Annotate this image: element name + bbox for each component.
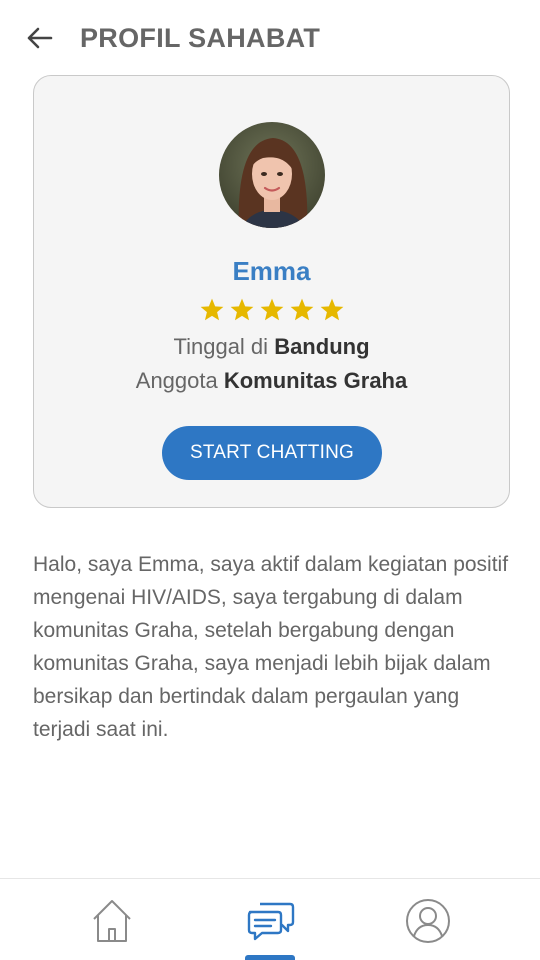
active-tab-indicator bbox=[245, 955, 295, 960]
arrow-left-icon bbox=[27, 27, 53, 49]
start-chatting-button[interactable]: START CHATTING bbox=[162, 426, 382, 480]
location-value: Bandung bbox=[274, 334, 370, 359]
community-prefix: Anggota bbox=[135, 368, 218, 393]
star-icon bbox=[290, 298, 313, 321]
star-icon bbox=[260, 298, 283, 321]
rating-stars bbox=[34, 297, 509, 323]
community-value: Komunitas Graha bbox=[223, 368, 408, 393]
nav-profile-button[interactable] bbox=[402, 895, 454, 947]
nav-home-button[interactable] bbox=[86, 895, 138, 947]
nav-chat-button[interactable] bbox=[245, 895, 297, 947]
chat-icon bbox=[247, 902, 295, 941]
location-prefix: Tinggal di bbox=[173, 334, 269, 359]
back-button[interactable] bbox=[22, 22, 56, 54]
location-line: Tinggal di Bandung bbox=[34, 334, 509, 360]
profile-card: Emma Tinggal di Bandung Anggota Komunita… bbox=[33, 75, 510, 508]
star-icon bbox=[200, 298, 223, 321]
profile-name: Emma bbox=[232, 256, 311, 286]
page-title: PROFIL SAHABAT bbox=[80, 23, 321, 53]
bottom-navigation bbox=[0, 878, 540, 960]
home-icon bbox=[93, 900, 131, 942]
community-line: Anggota Komunitas Graha bbox=[34, 368, 509, 394]
profile-bio: Halo, saya Emma, saya aktif dalam kegiat… bbox=[33, 553, 509, 741]
avatar bbox=[219, 122, 325, 228]
star-icon bbox=[230, 298, 253, 321]
app-header: PROFIL SAHABAT bbox=[0, 0, 540, 76]
star-icon bbox=[320, 298, 343, 321]
user-profile-icon bbox=[406, 899, 450, 943]
